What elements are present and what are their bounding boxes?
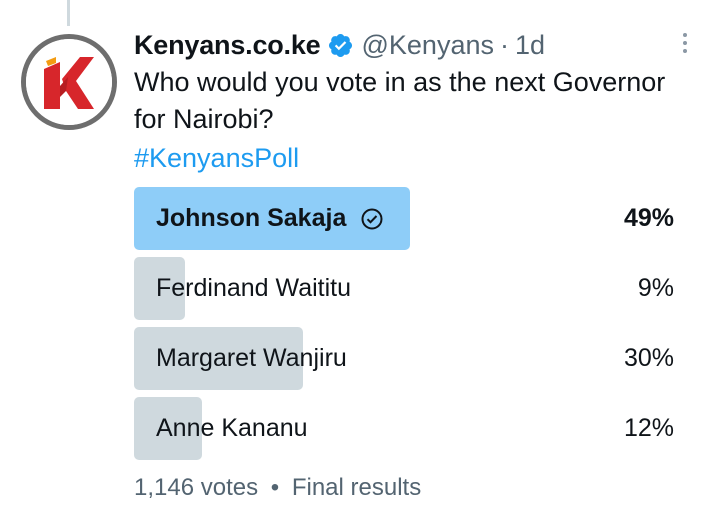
poll-option: Ferdinand Waititu 9% [134, 257, 674, 320]
tweet-text: Who would you vote in as the next Govern… [134, 67, 666, 134]
poll-option: Johnson Sakaja 49% [134, 187, 674, 250]
poll-status: Final results [291, 474, 422, 501]
poll-option-percent: 9% [637, 274, 674, 302]
poll-option-label: Anne Kananu [156, 414, 308, 442]
poll-footer: 1,146 votes • Final results [134, 472, 421, 504]
poll-option-label: Margaret Wanjiru [156, 344, 347, 372]
poll-option-label: Ferdinand Waititu [156, 274, 351, 302]
poll-option-label: Johnson Sakaja [156, 204, 347, 232]
kenyans-logo-icon [26, 39, 112, 125]
poll-option-percent: 30% [623, 344, 674, 372]
poll-option: Anne Kananu 12% [134, 397, 674, 460]
display-name[interactable]: Kenyans.co.ke [134, 27, 321, 63]
tweet-header: Kenyans.co.ke @Kenyans · 1d [134, 27, 545, 63]
check-circle-icon [361, 208, 383, 229]
avatar[interactable] [21, 34, 117, 130]
thread-connector-line [67, 0, 70, 26]
header-separator: · [499, 30, 509, 60]
more-dots-icon[interactable] [680, 33, 690, 57]
user-handle[interactable]: @Kenyans [362, 27, 494, 63]
hashtag-link[interactable]: #KenyansPoll [134, 140, 299, 177]
poll-option-percent: 12% [623, 414, 674, 442]
poll-option: Margaret Wanjiru 30% [134, 327, 674, 390]
tweet-timestamp[interactable]: 1d [515, 27, 545, 63]
footer-separator: • [270, 474, 280, 501]
poll: Johnson Sakaja 49% Ferdinand Waititu 9% … [134, 187, 674, 467]
vote-count: 1,146 votes [134, 474, 259, 501]
poll-option-percent: 49% [623, 204, 674, 232]
verified-badge-icon [328, 33, 352, 57]
